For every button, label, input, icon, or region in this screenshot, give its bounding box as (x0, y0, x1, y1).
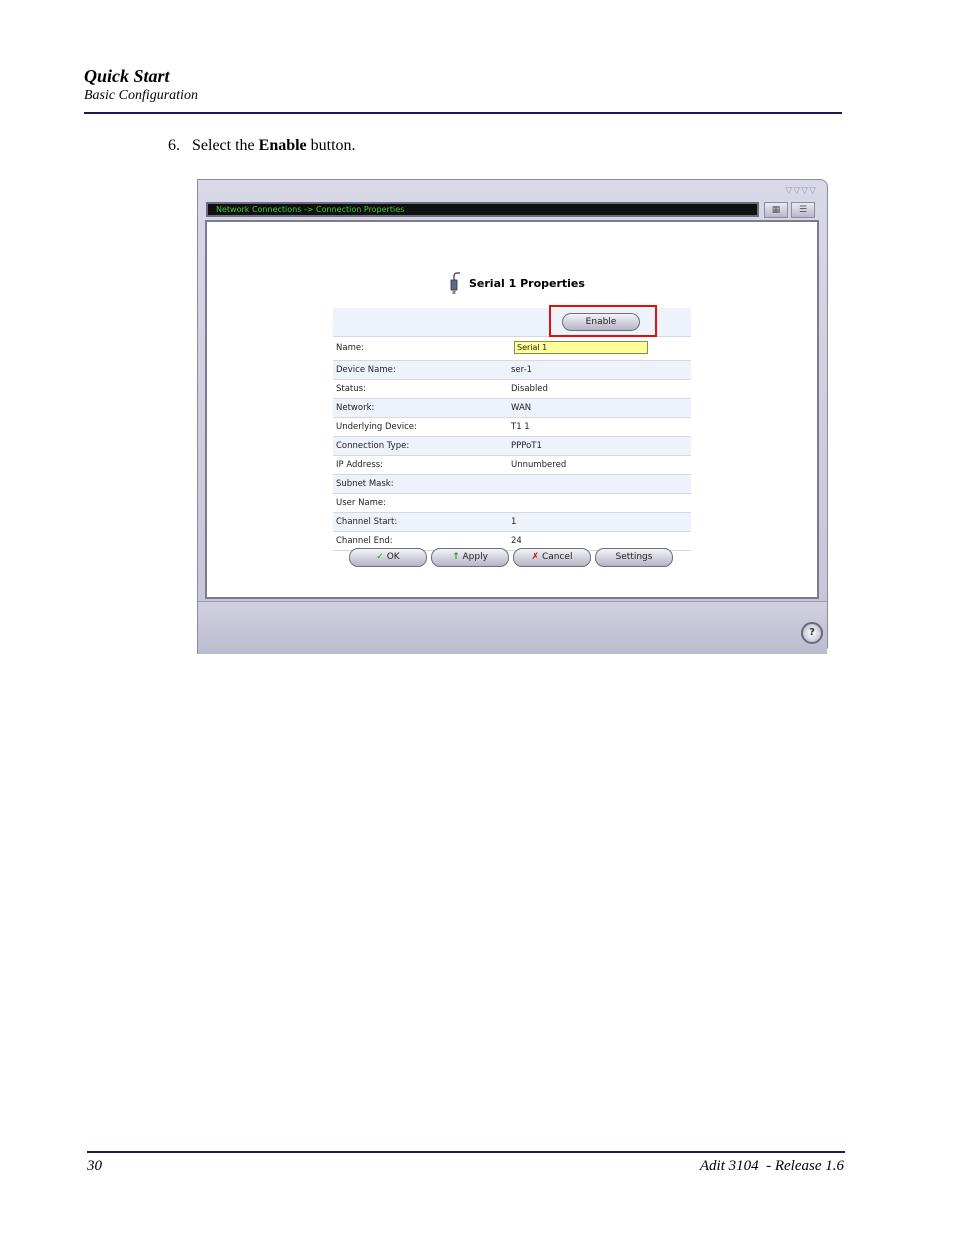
field-value: PPPoT1 (511, 441, 542, 451)
field-value-cell: Serial 1 (511, 337, 691, 360)
table-row: IP Address: Unnumbered (333, 456, 691, 475)
field-value: Unnumbered (511, 460, 567, 470)
cancel-x-icon: ✗ (531, 552, 540, 562)
ok-button[interactable]: ✓ OK (349, 548, 427, 567)
table-row: Name: Serial 1 (333, 337, 691, 361)
page-title: Serial 1 Properties (469, 277, 585, 290)
breadcrumb[interactable]: Network Connections -> Connection Proper… (216, 205, 404, 214)
serial-port-icon (450, 272, 460, 294)
step-text-bold: Enable (258, 137, 307, 154)
network-map-icon[interactable]: ▦ (764, 202, 788, 218)
apply-label: Apply (462, 552, 488, 562)
field-label: User Name: (336, 498, 387, 508)
screenshot-window: ▽▽▽▽ Network Connections -> Connection P… (197, 179, 828, 654)
table-row: Status: Disabled (333, 380, 691, 399)
header-rule (84, 112, 842, 114)
field-label: Connection Type: (336, 441, 410, 451)
field-value: T1 1 (511, 422, 530, 432)
field-label: Subnet Mask: (336, 479, 394, 489)
field-value (511, 494, 691, 512)
step-instruction: 6. Select the Enable button. (168, 137, 356, 155)
properties-table: Enable Name: Serial 1 Device Name: ser-1… (333, 305, 691, 551)
window-grip: ▽▽▽▽ (785, 186, 817, 196)
table-row: Subnet Mask: (333, 475, 691, 494)
step-text-after: button. (310, 137, 356, 154)
apply-button[interactable]: ↑ Apply (431, 548, 509, 567)
bottom-bar (198, 601, 827, 654)
field-value (511, 475, 691, 493)
field-label: Status: (336, 384, 366, 394)
table-row: Device Name: ser-1 (333, 361, 691, 380)
table-row: Channel Start: 1 (333, 513, 691, 532)
section-subtitle: Basic Configuration (84, 88, 198, 103)
apply-arrow-icon: ↑ (452, 552, 460, 562)
table-row: User Name: (333, 494, 691, 513)
field-label: Network: (336, 403, 375, 413)
table-row: Connection Type: PPPoT1 (333, 437, 691, 456)
field-label: Channel Start: (336, 517, 398, 527)
settings-button[interactable]: Settings (595, 548, 673, 567)
enable-row: Enable (333, 305, 691, 337)
table-row: Network: WAN (333, 399, 691, 418)
table-row: Underlying Device: T1 1 (333, 418, 691, 437)
enable-highlight (549, 305, 657, 337)
breadcrumb-bar: Network Connections -> Connection Proper… (206, 202, 759, 217)
field-value: WAN (511, 403, 532, 413)
content-panel: Serial 1 Properties Enable Name: Serial … (205, 220, 819, 599)
field-label: IP Address: (336, 460, 384, 470)
field-value: ser-1 (511, 365, 533, 375)
cancel-label: Cancel (541, 552, 573, 562)
field-label: Underlying Device: (336, 422, 417, 432)
section-title: Quick Start (84, 66, 170, 86)
page-number: 30 (87, 1158, 102, 1174)
step-number: 6. (168, 137, 180, 154)
check-icon: ✓ (376, 552, 384, 562)
cancel-button[interactable]: ✗ Cancel (513, 548, 591, 567)
footer-rule (87, 1151, 845, 1153)
field-label: Name: (336, 343, 364, 353)
name-field[interactable]: Serial 1 (514, 341, 648, 354)
help-icon[interactable]: ? (801, 622, 823, 644)
field-label: Device Name: (336, 365, 396, 375)
release-label: Adit 3104 - Release 1.6 (699, 1158, 844, 1174)
step-text-before: Select the (192, 137, 255, 154)
list-icon[interactable]: ☰ (791, 202, 815, 218)
field-value: Disabled (511, 384, 548, 394)
field-value: 1 (511, 517, 517, 527)
ok-label: OK (386, 552, 400, 562)
